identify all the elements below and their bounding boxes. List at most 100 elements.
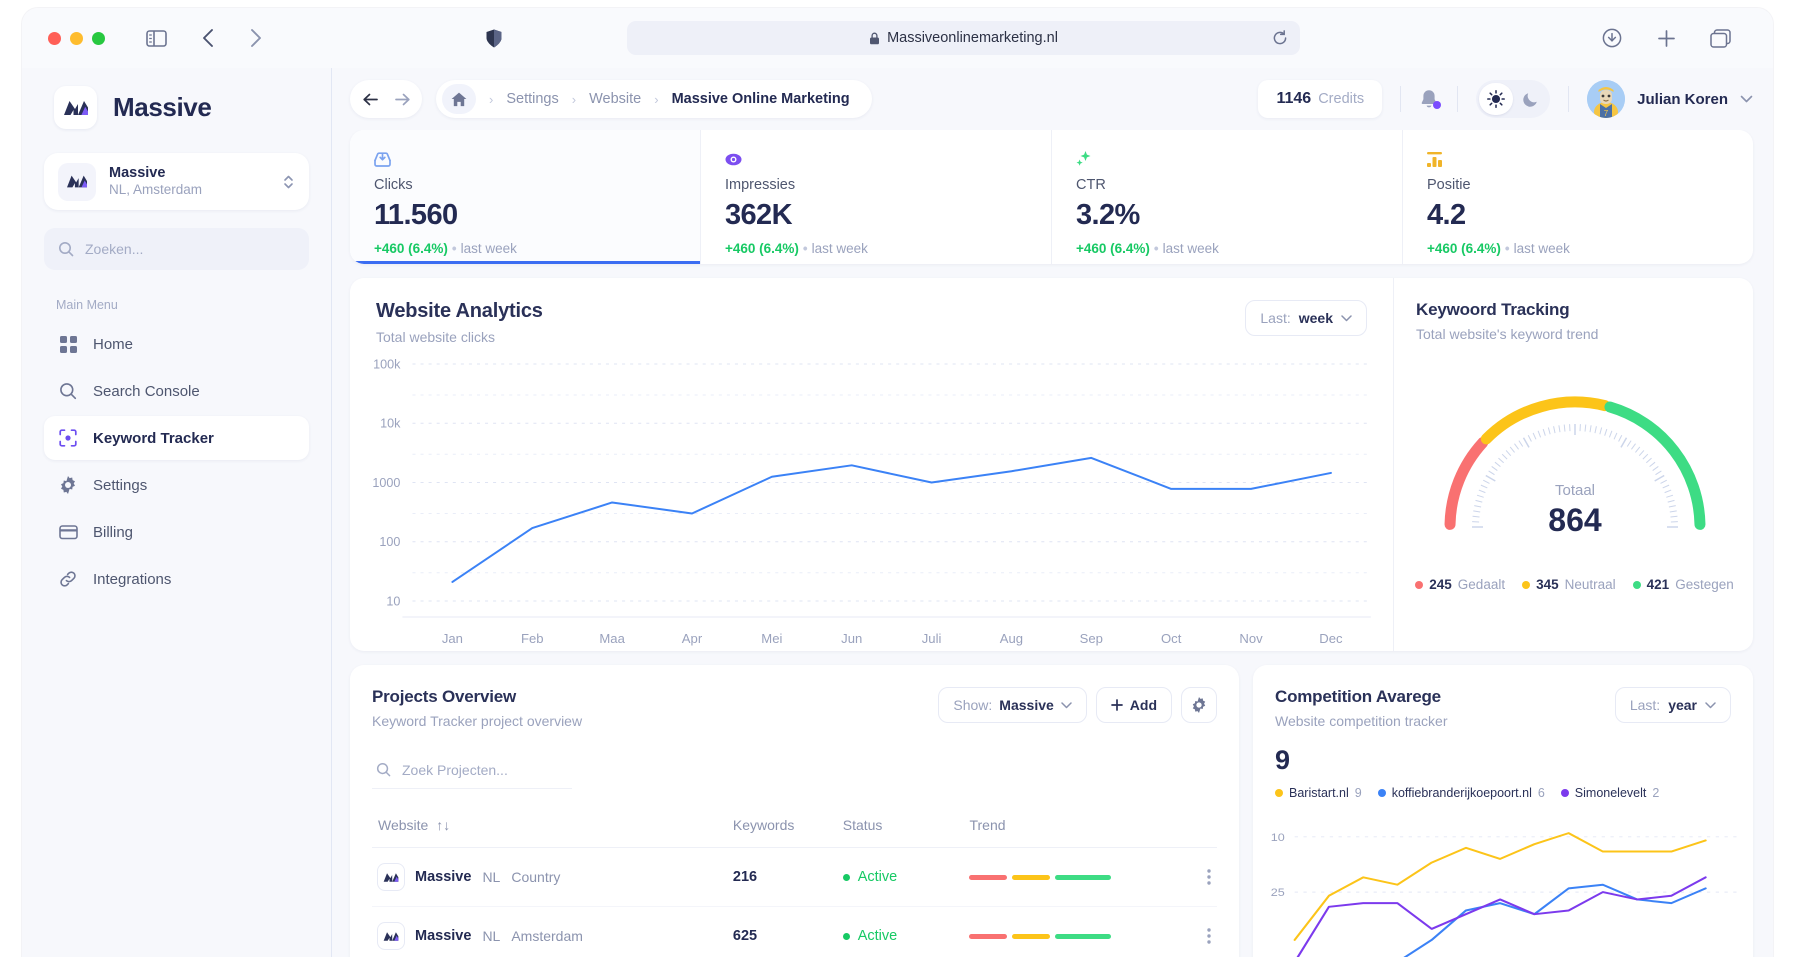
reload-icon[interactable] [1272, 30, 1288, 46]
forward-arrow-icon[interactable] [241, 23, 271, 53]
competition-range-select[interactable]: Last: year [1614, 687, 1731, 723]
cell-actions [1166, 847, 1217, 907]
svg-text:Sep: Sep [1080, 631, 1103, 646]
credits-value: 1146 [1276, 90, 1312, 107]
legend-item-gedaalt: 245 Gedaalt [1415, 577, 1505, 592]
divider [1457, 86, 1459, 112]
kpi-card-ctr[interactable]: CTR 3.2% +460 (6.4%) • last week [1052, 130, 1403, 264]
nav-back-button[interactable] [354, 84, 386, 114]
user-menu[interactable]: 7 Julian Koren [1587, 80, 1753, 118]
minimize-window-button[interactable] [70, 31, 83, 45]
svg-text:100k: 100k [373, 358, 401, 372]
kpi-card-clicks[interactable]: Clicks 11.560 +460 (6.4%) • last week [350, 130, 701, 264]
moon-icon[interactable] [1513, 83, 1547, 115]
workspace-name: Massive [109, 165, 166, 181]
sidebar-item-integrations[interactable]: Integrations [44, 557, 309, 601]
sidebar-item-home[interactable]: Home [44, 322, 309, 366]
add-project-button[interactable]: Add [1095, 687, 1172, 723]
search-icon [58, 241, 74, 257]
chevron-down-icon [1061, 701, 1072, 709]
row-menu-icon[interactable] [1172, 869, 1211, 885]
site-cell: Massive NL Amsterdam [378, 923, 721, 949]
maximize-window-button[interactable] [92, 31, 105, 45]
kpi-period: last week [460, 241, 517, 256]
sidebar: Massive Massive NL, Amsterdam Zoeken... … [22, 68, 332, 957]
kpi-period: last week [1513, 241, 1570, 256]
analytics-range-select[interactable]: Last: week [1245, 300, 1367, 336]
cell-status: Active [836, 847, 964, 907]
trend-bars [969, 933, 1160, 939]
sidebar-item-search-console[interactable]: Search Console [44, 369, 309, 413]
competition-average-panel: Competition Avarege Website competition … [1253, 665, 1753, 957]
theme-toggle[interactable] [1476, 80, 1551, 118]
site-name: Massive [415, 869, 472, 885]
column-header-website[interactable]: Website ↑↓ [372, 805, 727, 848]
sidebar-toggle-icon[interactable] [141, 23, 171, 53]
credits-label: Credits [1318, 91, 1365, 107]
sidebar-item-settings[interactable]: Settings [44, 463, 309, 507]
plus-icon [1110, 699, 1123, 711]
notifications-bell-icon[interactable] [1419, 89, 1442, 110]
kpi-value: 362K [725, 199, 793, 231]
breadcrumb-item-settings[interactable]: Settings [506, 91, 558, 107]
show-filter-select[interactable]: Show: Massive [938, 687, 1087, 723]
shield-icon[interactable] [479, 23, 509, 53]
breadcrumb-separator: › [489, 91, 494, 107]
row-menu-icon[interactable] [1172, 928, 1211, 944]
kpi-card-impressies[interactable]: Impressies 362K +460 (6.4%) • last week [701, 130, 1052, 264]
svg-text:100: 100 [379, 535, 400, 549]
window-controls[interactable] [48, 31, 105, 45]
sort-icon[interactable]: ↑↓ [436, 817, 450, 833]
url-bar[interactable]: Massiveonlinemarketing.nl [627, 21, 1300, 55]
workspace-switcher[interactable]: Massive NL, Amsterdam [44, 153, 309, 210]
breadcrumb-separator: › [654, 91, 659, 107]
chevron-down-icon[interactable] [1740, 95, 1753, 103]
credits-badge[interactable]: 1146 Credits [1258, 80, 1383, 118]
back-arrow-icon[interactable] [193, 23, 223, 53]
tabs-icon[interactable] [1705, 23, 1735, 53]
legend-item-koffiebranderijkoepoort: koffiebranderijkoepoort.nl 6 [1377, 786, 1545, 800]
legend-name: Simonelevelt [1574, 786, 1647, 800]
site-logo-icon [378, 923, 404, 949]
search-input[interactable] [85, 241, 295, 257]
sun-icon[interactable] [1479, 83, 1514, 115]
table-row[interactable]: Massive NL Country 216 Active [372, 847, 1217, 907]
workspace-logo-icon [58, 162, 96, 201]
projects-actions: Show: Massive Add [938, 687, 1217, 723]
sidebar-item-label: Settings [93, 476, 148, 494]
projects-overview-panel: Projects Overview Keyword Tracker projec… [350, 665, 1239, 957]
kpi-dot-separator: • [1504, 241, 1510, 256]
legend-item-gestegen: 421 Gestegen [1632, 577, 1734, 592]
sidebar-item-billing[interactable]: Billing [44, 510, 309, 554]
sidebar-search[interactable] [44, 228, 309, 270]
sidebar-item-label: Search Console [93, 382, 200, 400]
legend-swatch [1377, 789, 1386, 797]
kpi-dot-separator: • [451, 241, 457, 256]
legend-swatch [1560, 789, 1569, 797]
svg-text:Nov: Nov [1239, 631, 1263, 646]
svg-text:10k: 10k [380, 417, 401, 431]
nav-forward-button[interactable] [386, 84, 418, 114]
download-icon[interactable] [1597, 23, 1627, 53]
plus-icon[interactable] [1651, 23, 1681, 53]
panel-title: Competition Avarege [1275, 687, 1441, 706]
kpi-card-positie[interactable]: Positie 4.2 +460 (6.4%) • last week [1403, 130, 1753, 264]
svg-text:Apr: Apr [682, 631, 703, 646]
breadcrumb-item-website[interactable]: Website [589, 91, 641, 107]
kpi-period: last week [811, 241, 868, 256]
sidebar-item-keyword-tracker[interactable]: Keyword Tracker [44, 416, 309, 460]
projects-table: Website ↑↓ Keywords Status Trend Massive… [372, 805, 1217, 957]
nav-history-controls [350, 80, 422, 118]
brand[interactable]: Massive [44, 86, 309, 129]
kpi-value: 3.2% [1076, 199, 1140, 231]
table-row[interactable]: Massive NL Amsterdam 625 Active [372, 906, 1217, 957]
projects-search-input[interactable] [402, 761, 568, 778]
legend-value: 6 [1537, 786, 1545, 800]
search-icon [376, 762, 391, 777]
home-icon[interactable] [442, 84, 476, 114]
projects-search[interactable] [372, 751, 572, 789]
close-window-button[interactable] [48, 31, 61, 45]
topbar: › Settings › Website › Massive Online Ma… [332, 68, 1773, 130]
divider [1400, 86, 1402, 112]
projects-settings-button[interactable] [1181, 687, 1217, 723]
